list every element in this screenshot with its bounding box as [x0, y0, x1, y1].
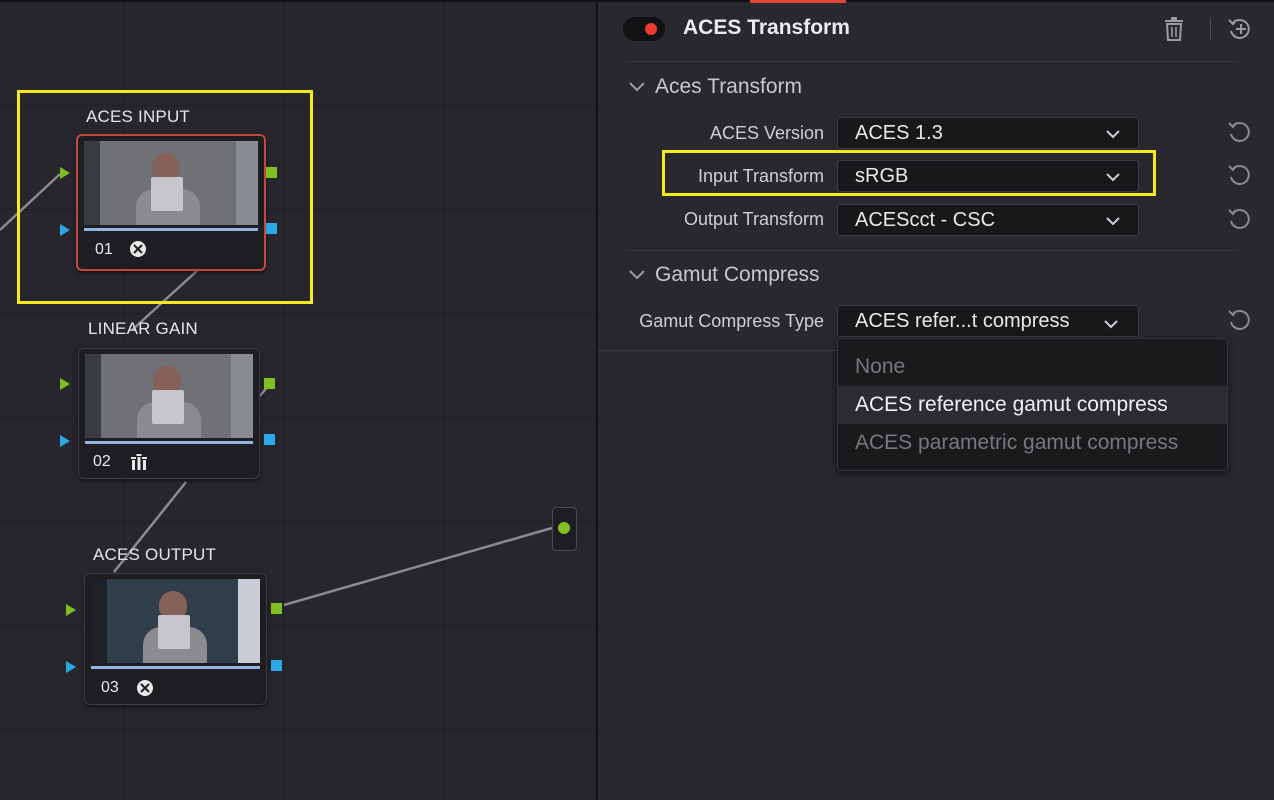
trash-icon[interactable] [1163, 16, 1185, 42]
dropdown-value: ACES refer...t compress [855, 310, 1070, 332]
node-02[interactable]: 02 [78, 348, 260, 479]
input-transform-dropdown[interactable]: sRGB [837, 160, 1139, 192]
output-transform-dropdown[interactable]: ACEScct - CSC [837, 204, 1139, 236]
header-divider [1210, 18, 1211, 40]
node-number: 03 [101, 679, 119, 696]
aces-transform-icon [129, 240, 147, 262]
inspector-panel: ACES Transform Aces Transform ACES Versi… [596, 0, 1274, 800]
node-progress-bar [85, 441, 253, 444]
reset-icon[interactable] [1226, 306, 1254, 334]
section-title-aces-transform[interactable]: Aces Transform [655, 75, 802, 99]
node-number: 01 [95, 241, 113, 258]
node-02-alpha-output-port[interactable] [264, 434, 275, 445]
chevron-down-icon[interactable] [628, 269, 646, 281]
node-02-rgb-output-port[interactable] [264, 378, 275, 389]
link-03-to-output [283, 526, 553, 607]
section-title-gamut-compress[interactable]: Gamut Compress [655, 263, 820, 287]
rgb-output-node[interactable] [552, 507, 577, 551]
node-label: LINEAR GAIN [88, 319, 198, 338]
node-01-rgb-output-port[interactable] [266, 167, 277, 178]
reset-icon[interactable] [1226, 161, 1254, 189]
divider [598, 350, 843, 351]
node-03-rgb-output-port[interactable] [271, 603, 282, 614]
chevron-down-icon [1106, 217, 1120, 226]
node-progress-bar [84, 228, 258, 231]
menu-item-aces-reference[interactable]: ACES reference gamut compress [838, 386, 1227, 424]
node-02-rgb-input-port[interactable] [60, 378, 70, 390]
reset-icon[interactable] [1226, 205, 1254, 233]
node-progress-bar [91, 666, 260, 669]
gain-bars-icon [131, 454, 147, 474]
node-01-rgb-input-port[interactable] [60, 167, 70, 179]
toggle-knob [645, 23, 657, 35]
node-number: 02 [93, 453, 111, 470]
node-thumbnail [85, 354, 253, 438]
node-03-rgb-input-port[interactable] [66, 604, 76, 616]
output-port-dot[interactable] [558, 522, 570, 534]
chevron-down-icon[interactable] [628, 81, 646, 93]
dropdown-value: ACES 1.3 [855, 122, 943, 144]
divider [626, 250, 1238, 251]
node-03-alpha-input-port[interactable] [66, 661, 76, 673]
node-02-alpha-input-port[interactable] [60, 435, 70, 447]
link-in-node-01 [0, 173, 61, 231]
aces-version-dropdown[interactable]: ACES 1.3 [837, 117, 1139, 149]
aces-transform-icon [136, 679, 154, 701]
effect-enable-toggle[interactable] [623, 17, 665, 41]
node-01-alpha-input-port[interactable] [60, 224, 70, 236]
dropdown-value: ACEScct - CSC [855, 209, 996, 231]
node-thumbnail [84, 141, 258, 225]
chevron-down-icon [1104, 320, 1118, 329]
menu-item-aces-parametric[interactable]: ACES parametric gamut compress [838, 424, 1227, 462]
chevron-down-icon [1106, 130, 1120, 139]
node-label: ACES OUTPUT [93, 545, 217, 564]
output-transform-label: Output Transform [683, 209, 824, 229]
gamut-compress-dropdown-menu: None ACES reference gamut compress ACES … [837, 338, 1228, 471]
dropdown-value: sRGB [855, 165, 909, 187]
aces-version-label: ACES Version [709, 123, 824, 143]
effect-title: ACES Transform [683, 16, 850, 39]
gamut-compress-type-dropdown[interactable]: ACES refer...t compress [837, 305, 1139, 337]
node-03-alpha-output-port[interactable] [271, 660, 282, 671]
node-label: ACES INPUT [86, 107, 191, 126]
node-editor[interactable]: ACES INPUT 01 LINEAR GAIN 02 ACES OUTPUT [0, 0, 596, 800]
menu-item-none[interactable]: None [838, 348, 1227, 386]
node-thumbnail [91, 579, 260, 663]
divider [626, 61, 1238, 62]
node-01-alpha-output-port[interactable] [266, 223, 277, 234]
chevron-down-icon [1106, 173, 1120, 182]
reset-icon[interactable] [1226, 118, 1254, 146]
input-transform-label: Input Transform [697, 166, 824, 186]
node-01[interactable]: 01 [76, 134, 266, 271]
node-03[interactable]: 03 [84, 573, 267, 705]
reset-add-icon[interactable] [1226, 15, 1254, 43]
active-tab-indicator [750, 0, 846, 3]
gamut-compress-type-label: Gamut Compress Type [639, 311, 824, 331]
